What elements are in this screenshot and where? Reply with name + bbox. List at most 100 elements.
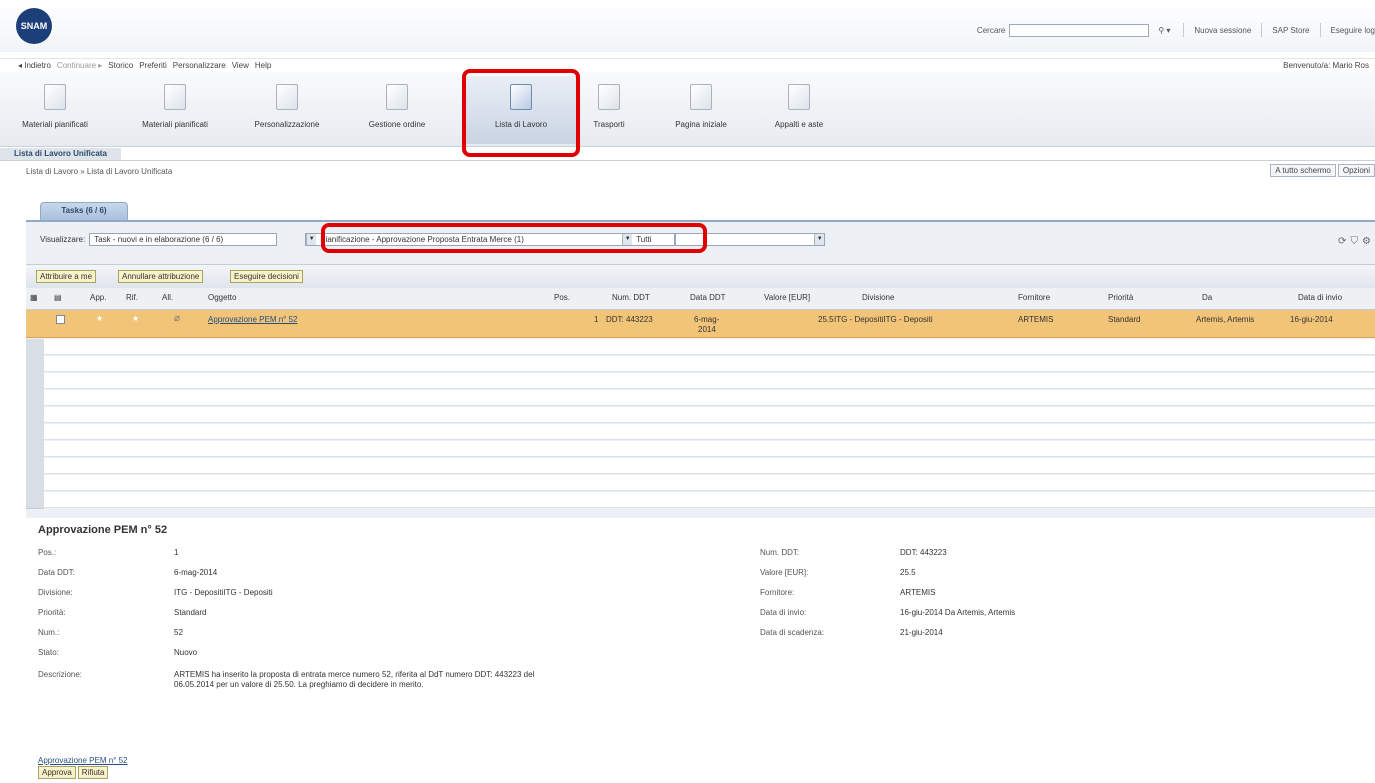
chevron-down-icon[interactable]: ▼ <box>814 234 825 245</box>
category-select-value: Pianificazione - Approvazione Proposta E… <box>320 235 524 244</box>
settings-icon[interactable]: ⚙ <box>1362 236 1371 247</box>
search-icon[interactable]: ⚲ ▾ <box>1155 26 1173 35</box>
cell-divisione: ITG - DepositiITG - Depositi <box>834 315 933 324</box>
filter-row: Visualizzare: Task - nuovi e in elaboraz… <box>40 233 826 246</box>
detail-label: Descrizione: <box>38 670 83 679</box>
table-row[interactable]: ★ ★ ⌀ Approvazione PEM n° 52 1 DDT: 4432… <box>26 310 1375 338</box>
tile-label: Materiali pianificati <box>22 120 88 129</box>
task-subject-link[interactable]: Approvazione PEM n° 52 <box>208 315 297 324</box>
folder-icon <box>788 84 810 110</box>
filter-icon[interactable]: ⛉ <box>1351 236 1359 247</box>
history-menu[interactable]: Storico <box>108 61 133 70</box>
action-bar: Attribuire a me Annullare attribuzione E… <box>26 264 1375 288</box>
tile-personalizzazione[interactable]: Personalizzazione <box>232 76 342 144</box>
options-button[interactable]: Opzioni <box>1337 164 1375 177</box>
back-link[interactable]: ◂ Indietro <box>18 61 51 70</box>
col-data-invio[interactable]: Data di invio <box>1298 293 1342 302</box>
cell-num-ddt: DDT: 443223 <box>606 315 653 324</box>
scope-select-field[interactable]: ▼ <box>675 233 826 246</box>
detail-label: Num. DDT: <box>760 548 800 557</box>
tile-appalti-e-aste[interactable]: Appalti e aste <box>744 76 854 144</box>
sap-store-link[interactable]: SAP Store <box>1272 26 1309 35</box>
title-divider <box>0 160 1375 161</box>
cell-pos: 1 <box>594 315 599 324</box>
scope-select-value: Tutti <box>636 235 652 244</box>
header-bar: SNAM Cercare ⚲ ▾ Nuova sessione SAP Stor… <box>0 0 1375 52</box>
cell-data-ddt-1: 6-mag- <box>694 315 720 324</box>
row-selector-column <box>26 339 44 509</box>
col-num-ddt[interactable]: Num. DDT <box>612 293 650 302</box>
cell-data-invio: 16-giu-2014 <box>1290 315 1333 324</box>
task-detail: Approvazione PEM n° 52 Pos.: 1 Data DDT:… <box>38 524 1338 774</box>
row-checkbox[interactable] <box>56 315 65 324</box>
tile-label: Personalizzazione <box>254 120 320 129</box>
company-logo: SNAM <box>16 8 52 44</box>
tile-label: Appalti e aste <box>774 120 824 129</box>
tile-materiali-pianificati-1[interactable]: Materiali pianificati <box>0 76 110 144</box>
col-app[interactable]: App. <box>90 293 106 302</box>
search-input[interactable] <box>1009 23 1150 37</box>
folder-icon <box>598 84 620 110</box>
fullscreen-button[interactable]: A tutto schermo <box>1270 164 1336 177</box>
folder-icon <box>276 84 298 110</box>
tab-tasks[interactable]: Tasks (6 / 6) <box>40 202 128 220</box>
col-all[interactable]: All. <box>162 293 173 302</box>
col-rif[interactable]: Rif. <box>126 293 138 302</box>
page-options: A tutto schermo Opzioni <box>1268 164 1375 177</box>
tile-label: Materiali pianificati <box>142 120 208 129</box>
col-priorita[interactable]: Priorità <box>1108 293 1133 302</box>
category-select[interactable]: ▼ Pianificazione - Approvazione Proposta… <box>305 233 676 246</box>
folder-icon <box>44 84 66 110</box>
refresh-icon[interactable]: ⟳ <box>1338 236 1346 247</box>
tile-pagina-iniziale[interactable]: Pagina iniziale <box>646 76 756 144</box>
table-row-empty <box>26 373 1375 389</box>
detail-label: Num.: <box>38 628 60 637</box>
cell-da: Artemis, Artemis <box>1196 315 1255 324</box>
assign-to-me-button[interactable]: Attribuire a me <box>36 270 97 283</box>
approve-button[interactable]: Approva <box>38 766 76 779</box>
detail-value: 16-giu-2014 Da Artemis, Artemis <box>900 608 1016 617</box>
approval-star-icon: ★ <box>96 314 104 323</box>
detail-value: 6-mag-2014 <box>174 568 218 577</box>
view-select[interactable]: Task - nuovi e in elaborazione (6 / 6) <box>89 233 278 246</box>
view-menu[interactable]: View <box>232 61 249 70</box>
favorites-menu[interactable]: Preferiti <box>139 61 167 70</box>
column-settings-icon[interactable]: ▤ <box>54 293 62 302</box>
col-data-ddt[interactable]: Data DDT <box>690 293 726 302</box>
reference-star-icon: ★ <box>132 314 140 323</box>
col-oggetto[interactable]: Oggetto <box>208 293 236 302</box>
detail-value: DDT: 443223 <box>900 548 947 557</box>
open-folder-icon <box>510 84 532 110</box>
col-fornitore[interactable]: Fornitore <box>1018 293 1050 302</box>
col-pos[interactable]: Pos. <box>554 293 570 302</box>
table-header: ▦ ▤ App. Rif. All. Oggetto Pos. Num. DDT… <box>26 288 1375 310</box>
cancel-assignment-button[interactable]: Annullare attribuzione <box>118 270 204 283</box>
decision-label: Approvazione PEM n° 52 <box>38 756 128 765</box>
detail-label: Valore [EUR]: <box>760 568 809 577</box>
select-all-icon[interactable]: ▦ <box>30 293 38 302</box>
table-tools: ⟳ ⛉ ⚙ <box>1334 236 1371 247</box>
detail-value: 52 <box>174 628 183 637</box>
col-valore[interactable]: Valore [EUR] <box>764 293 810 302</box>
forward-link[interactable]: Continuare ▸ <box>57 61 102 70</box>
logoff-link[interactable]: Eseguire log <box>1331 26 1375 35</box>
breadcrumb[interactable]: Lista di Lavoro » Lista di Lavoro Unific… <box>26 167 172 176</box>
new-session-link[interactable]: Nuova sessione <box>1194 26 1251 35</box>
cell-data-ddt-2: 2014 <box>698 325 716 334</box>
detail-label: Stato: <box>38 648 59 657</box>
header-separator <box>1319 23 1321 37</box>
col-divisione[interactable]: Divisione <box>862 293 894 302</box>
detail-label: Pos.: <box>38 548 57 557</box>
execute-decisions-button[interactable]: Eseguire decisioni <box>230 270 303 283</box>
help-menu[interactable]: Help <box>255 61 271 70</box>
folder-icon <box>386 84 408 110</box>
col-da[interactable]: Da <box>1202 293 1212 302</box>
attachment-icon[interactable]: ⌀ <box>174 313 180 324</box>
reject-button[interactable]: Rifiuta <box>77 766 109 779</box>
tile-gestione-ordine[interactable]: Gestione ordine <box>342 76 452 144</box>
chevron-down-icon[interactable]: ▼ <box>306 234 317 245</box>
chevron-down-icon[interactable]: ▼ <box>622 234 633 245</box>
tile-materiali-pianificati-2[interactable]: Materiali pianificati <box>120 76 230 144</box>
detail-label: Fornitore: <box>760 588 795 597</box>
personalize-menu[interactable]: Personalizzare <box>173 61 226 70</box>
